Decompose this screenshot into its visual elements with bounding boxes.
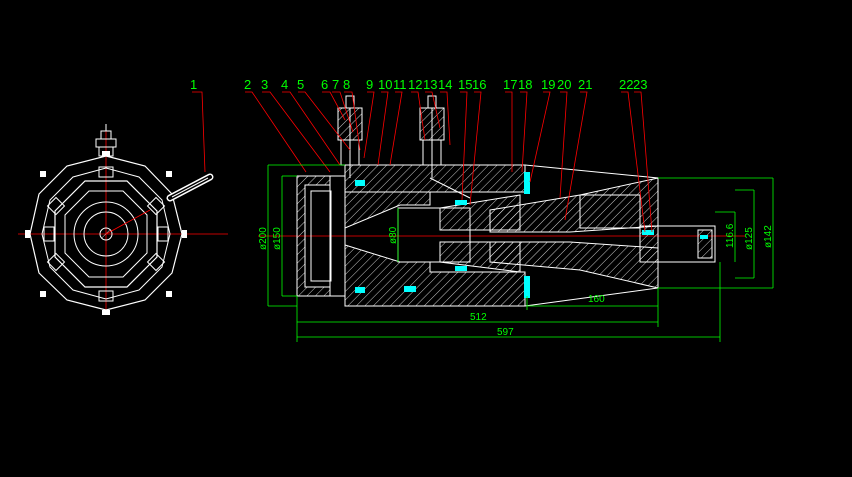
part-label-9: 9 <box>366 77 373 92</box>
part-label-11: 11 <box>393 77 407 92</box>
part-label-6: 6 <box>321 77 328 92</box>
part-label-21: 21 <box>578 77 592 92</box>
fitting-left <box>337 95 363 166</box>
part-label-2: 2 <box>244 77 251 92</box>
cad-drawing-canvas: 1 2 3 4 5 6 7 8 9 10 11 12 13 14 15 16 1… <box>18 77 774 342</box>
end-view <box>18 124 228 315</box>
part-label-23: 23 <box>633 77 647 92</box>
dim-l597: 597 <box>497 327 514 338</box>
dim-d80: ø80 <box>388 226 399 244</box>
part-label-4: 4 <box>281 77 288 92</box>
part-label-7: 7 <box>332 77 339 92</box>
part-label-15: 15 <box>458 77 472 92</box>
dim-d116: 116.6 <box>725 223 736 248</box>
part-label-19: 19 <box>541 77 555 92</box>
part-label-12: 12 <box>408 77 422 92</box>
part-label-1: 1 <box>190 77 197 92</box>
dim-l512: 512 <box>470 312 487 323</box>
part-label-20: 20 <box>557 77 571 92</box>
part-label-18: 18 <box>518 77 532 92</box>
part-label-16: 16 <box>472 77 486 92</box>
part-label-17: 17 <box>503 77 517 92</box>
part-label-8: 8 <box>343 77 350 92</box>
part-label-10: 10 <box>378 77 392 92</box>
part-label-3: 3 <box>261 77 268 92</box>
part-label-14: 14 <box>438 77 452 92</box>
section-view <box>258 95 745 307</box>
part-label-22: 22 <box>619 77 633 92</box>
dim-d142: ø142 <box>763 225 774 248</box>
part-label-5: 5 <box>297 77 304 92</box>
dim-d125: ø125 <box>744 227 755 250</box>
dim-l160: 160 <box>588 294 605 305</box>
part-labels: 1 2 3 4 5 6 7 8 9 10 11 12 13 14 15 16 1… <box>190 77 647 92</box>
dim-d200: ø200 <box>258 227 269 250</box>
part-label-13: 13 <box>423 77 437 92</box>
dim-d150: ø150 <box>272 227 283 250</box>
end-view-handle <box>166 173 214 202</box>
